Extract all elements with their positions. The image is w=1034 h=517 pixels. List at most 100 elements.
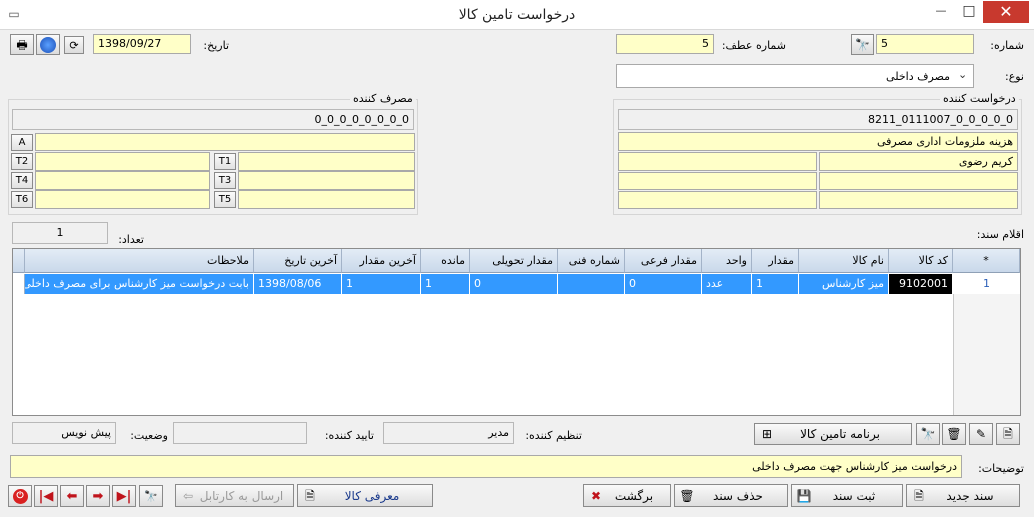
grid-search-button[interactable]: 🔭	[916, 423, 940, 445]
cell-techno[interactable]	[558, 274, 625, 294]
first-record-icon: |◀	[38, 488, 54, 504]
new-document-button[interactable]: 🗎 سند جدید	[906, 484, 1020, 507]
tag-t5-button[interactable]: T5	[214, 191, 236, 208]
tag-t3-button[interactable]: T3	[214, 172, 236, 189]
tag-a-button[interactable]: A	[11, 134, 33, 151]
cell-qty[interactable]: 1	[752, 274, 799, 294]
cell-delivered[interactable]: 0	[470, 274, 558, 294]
trash-icon: 🗑	[946, 427, 962, 441]
send-to-cartable-button[interactable]: ⇦ ارسال به کارتابل	[175, 484, 294, 507]
chevron-down-icon[interactable]: ⌄	[958, 68, 970, 82]
cell-unit[interactable]: عدد	[702, 274, 752, 294]
grid-col-lastdate[interactable]: آخرین تاریخ	[254, 249, 342, 273]
tag-t5-field[interactable]	[238, 190, 415, 209]
tag-t6-field[interactable]	[35, 190, 210, 209]
window-title: درخواست تامین کالا	[458, 7, 576, 23]
refresh-button[interactable]: ⟳	[64, 36, 84, 54]
tag-t4-button[interactable]: T4	[11, 172, 33, 189]
close-button[interactable]: ✕	[983, 1, 1029, 23]
back-button[interactable]: ✖ برگشت	[583, 484, 671, 507]
date-label: تاریخ:	[203, 39, 229, 52]
grid-col-subqty[interactable]: مقدار فرعی	[625, 249, 702, 273]
maximize-button[interactable]: □	[958, 1, 980, 23]
number-search-button[interactable]: 🔭	[851, 34, 874, 55]
grid-col-edge	[13, 249, 25, 273]
grid-col-remaining[interactable]: مانده	[421, 249, 470, 273]
number-field[interactable]: 5	[876, 34, 974, 54]
reference-number-field[interactable]: 5	[616, 34, 714, 54]
grid-col-unit[interactable]: واحد	[702, 249, 752, 273]
grid-col-delivered[interactable]: مقدار تحویلی	[470, 249, 558, 273]
nav-next-button[interactable]: ➡	[86, 485, 110, 507]
introduce-goods-button[interactable]: 🗎 معرفی کالا	[297, 484, 433, 507]
items-label: اقلام سند:	[976, 228, 1024, 241]
new-document-label: سند جدید	[946, 488, 994, 503]
requester-field-d[interactable]	[819, 191, 1018, 209]
doc-button-2[interactable]: ✎	[969, 423, 993, 445]
cell-lastqty[interactable]: 1	[342, 274, 421, 294]
count-field: 1	[12, 222, 108, 244]
grid-col-qty[interactable]: مقدار	[752, 249, 799, 273]
minimize-button[interactable]: —	[930, 1, 952, 23]
date-field[interactable]: 1398/09/27	[93, 34, 191, 54]
tag-a-field[interactable]	[35, 133, 415, 151]
new-document-icon: 🗎	[1003, 427, 1013, 441]
delete-document-button[interactable]: 🗑 حذف سند	[674, 484, 788, 507]
tag-t3-field[interactable]	[238, 171, 415, 190]
grid-col-code[interactable]: کد کالا	[889, 249, 953, 273]
consumer-code-field: 0_0_0_0_0_0_0_0	[12, 109, 414, 130]
nav-last-button[interactable]: ▶|	[112, 485, 136, 507]
cell-name[interactable]: میز کارشناس	[799, 274, 889, 294]
requester-field-b[interactable]	[819, 172, 1018, 190]
globe-button[interactable]	[36, 34, 60, 55]
requester-person-field[interactable]: کریم رضوی	[819, 152, 1018, 171]
binoculars-icon: 🔭	[144, 489, 158, 503]
tag-t6-button[interactable]: T6	[11, 191, 33, 208]
tag-t1-button[interactable]: T1	[214, 153, 236, 170]
table-row[interactable]: 1 9102001 میز کارشناس 1 عدد 0 0 1 1 1398…	[13, 274, 1020, 294]
cell-subqty[interactable]: 0	[625, 274, 702, 294]
cell-notes[interactable]: بابت درخواست میز کارشناس برای مصرف داخلی	[25, 274, 254, 294]
last-record-icon: ▶|	[116, 488, 132, 504]
description-field[interactable]: درخواست میز کارشناس جهت مصرف داخلی	[10, 455, 962, 478]
grid-col-name[interactable]: نام کالا	[799, 249, 889, 273]
nav-first-button[interactable]: |◀	[34, 485, 58, 507]
items-grid[interactable]: * کد کالا نام کالا مقدار واحد مقدار فرعی…	[12, 248, 1021, 416]
grid-col-notes[interactable]: ملاحظات	[25, 249, 254, 273]
printer-icon: 🖶	[16, 37, 28, 52]
tag-t1-field[interactable]	[238, 152, 415, 171]
exit-button[interactable]: ⏻	[8, 485, 32, 507]
type-select-value: مصرف داخلی	[886, 70, 950, 83]
cell-remaining[interactable]: 1	[421, 274, 470, 294]
next-record-icon: ➡	[92, 488, 104, 504]
requester-field-c[interactable]	[618, 172, 817, 190]
requester-field-e[interactable]	[618, 191, 817, 209]
program-button[interactable]: ⊞ برنامه تامین کالا	[754, 423, 912, 445]
grid-col-star[interactable]: *	[953, 249, 1020, 273]
edit-icon: ✎	[975, 427, 987, 441]
grid-delete-button[interactable]: 🗑	[942, 423, 966, 445]
cell-lastdate[interactable]: 1398/08/06	[254, 274, 342, 294]
tag-t2-button[interactable]: T2	[11, 153, 33, 170]
print-button[interactable]: 🖶	[10, 34, 34, 55]
nav-search-button[interactable]: 🔭	[139, 485, 163, 507]
tag-t2-field[interactable]	[35, 152, 210, 171]
refresh-icon: ⟳	[69, 38, 79, 52]
program-button-label: برنامه تامین کالا	[800, 427, 880, 441]
globe-icon	[40, 36, 56, 53]
doc-button-1[interactable]: 🗎	[996, 423, 1020, 445]
tag-t4-field[interactable]	[35, 171, 210, 190]
requester-group-title: درخواست کننده	[940, 92, 1019, 105]
back-button-label: برگشت	[614, 488, 654, 503]
requester-field-a[interactable]	[618, 152, 817, 171]
cell-code[interactable]: 9102001	[889, 274, 953, 294]
grid-col-lastqty[interactable]: آخرین مقدار	[342, 249, 421, 273]
floppy-icon: 💾	[796, 488, 812, 503]
creator-label: تنظیم کننده:	[525, 429, 582, 442]
new-document-icon: 🗎	[914, 488, 924, 503]
grid-col-techno[interactable]: شماره فنی	[558, 249, 625, 273]
save-document-button[interactable]: 💾 ثبت سند	[791, 484, 903, 507]
row-header-column	[953, 294, 1020, 415]
nav-prev-button[interactable]: ⬅	[60, 485, 84, 507]
requester-account-field[interactable]: هزینه ملزومات اداری مصرفی	[618, 132, 1018, 151]
